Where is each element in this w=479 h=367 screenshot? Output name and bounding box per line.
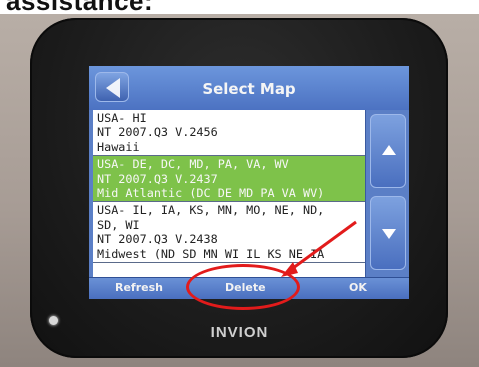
annotation-arrow-icon bbox=[281, 220, 357, 277]
